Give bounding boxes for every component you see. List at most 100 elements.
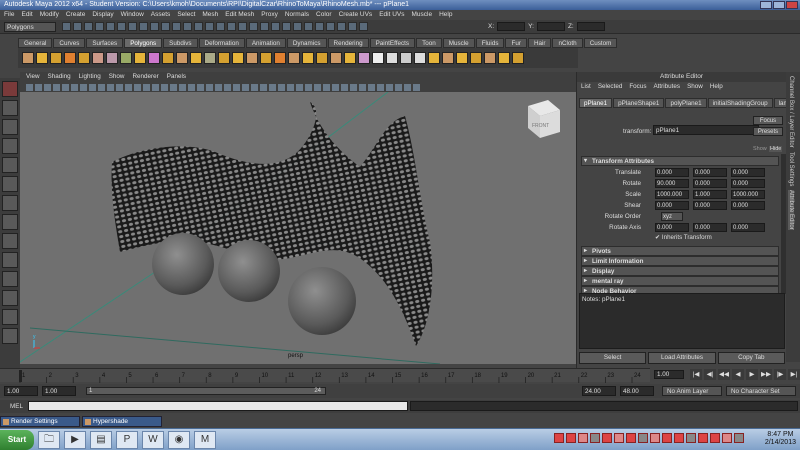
tray-icon[interactable]	[734, 433, 744, 443]
sphere-1[interactable]	[152, 233, 214, 295]
current-frame-field[interactable]: 1.00	[654, 370, 684, 379]
status-icon[interactable]	[238, 22, 247, 31]
tray-icon[interactable]	[614, 433, 624, 443]
side-tab-attribute-editor[interactable]: Attribute Editor	[788, 190, 794, 230]
shelf-tool-icon[interactable]	[22, 52, 34, 64]
hide-button[interactable]: Hide	[769, 146, 783, 152]
shelf-tool-icon[interactable]	[302, 52, 314, 64]
translate-y-field[interactable]: 0.000	[693, 168, 727, 177]
menu-edit[interactable]: Edit	[21, 10, 32, 20]
section-mental-ray[interactable]: mental ray	[581, 276, 779, 286]
menu-create-uvs[interactable]: Create UVs	[339, 10, 373, 20]
status-icon[interactable]	[260, 22, 269, 31]
section-pivots[interactable]: Pivots	[581, 246, 779, 256]
shelf-tool-icon[interactable]	[36, 52, 48, 64]
viewport-toolbar-icon[interactable]	[53, 83, 60, 91]
viewport-toolbar-icon[interactable]	[35, 83, 42, 91]
shelf-tool-icon[interactable]	[372, 52, 384, 64]
viewport-toolbar-icon[interactable]	[62, 83, 69, 91]
tray-icon[interactable]	[686, 433, 696, 443]
status-icon[interactable]	[172, 22, 181, 31]
viewport-toolbar-icon[interactable]	[404, 83, 411, 91]
tray-icon[interactable]	[650, 433, 660, 443]
layout-two-icon[interactable]	[2, 271, 18, 287]
status-icon[interactable]	[183, 22, 192, 31]
menu-normals[interactable]: Normals	[285, 10, 309, 20]
viewport-toolbar-icon[interactable]	[152, 83, 159, 91]
viewport-menu-show[interactable]: Show	[109, 72, 125, 82]
shelf-tool-icon[interactable]	[92, 52, 104, 64]
move-tool-icon[interactable]	[2, 138, 18, 154]
status-icon[interactable]	[227, 22, 236, 31]
menu-file[interactable]: File	[4, 10, 14, 20]
playback-end-field[interactable]: 24.00	[582, 386, 616, 396]
tray-icon[interactable]	[710, 433, 720, 443]
select-tool-icon[interactable]	[2, 81, 18, 97]
layout-single-icon[interactable]	[2, 233, 18, 249]
viewport-toolbar-icon[interactable]	[305, 83, 312, 91]
ae-menu-help[interactable]: Help	[710, 82, 723, 92]
folder-icon[interactable]: ▤	[90, 431, 112, 449]
x-field[interactable]	[497, 22, 526, 31]
rotate-axis-x-field[interactable]: 0.000	[655, 223, 689, 232]
status-icon[interactable]	[249, 22, 258, 31]
perforated-mesh-surface[interactable]	[111, 102, 433, 346]
menu-color[interactable]: Color	[316, 10, 332, 20]
ae-tab-pplane1[interactable]: pPlane1	[579, 98, 613, 108]
inherits-transform-checkbox[interactable]: ✔ Inherits Transform	[655, 234, 712, 241]
shelf-tool-icon[interactable]	[218, 52, 230, 64]
ae-tab-polyplane1[interactable]: polyPlane1	[665, 98, 707, 108]
menu-set-selector[interactable]: Polygons	[4, 22, 56, 32]
shelf-tab-ncloth[interactable]: nCloth	[552, 38, 583, 48]
rotate-tool-icon[interactable]	[2, 157, 18, 173]
viewport-toolbar-icon[interactable]	[188, 83, 195, 91]
status-icon[interactable]	[150, 22, 159, 31]
status-icon[interactable]	[326, 22, 335, 31]
status-icon[interactable]	[337, 22, 346, 31]
viewport-toolbar-icon[interactable]	[368, 83, 375, 91]
viewport-toolbar-icon[interactable]	[296, 83, 303, 91]
word-icon[interactable]: W	[142, 431, 164, 449]
step-forward-frame-icon[interactable]: ▶▶	[760, 369, 772, 380]
status-icon[interactable]	[359, 22, 368, 31]
status-icon[interactable]	[84, 22, 93, 31]
shelf-tool-icon[interactable]	[50, 52, 62, 64]
character-set-dropdown[interactable]: No Character Set	[726, 386, 796, 396]
shelf-tool-icon[interactable]	[204, 52, 216, 64]
scale-y-field[interactable]: 1.000	[693, 190, 727, 199]
viewport-toolbar-icon[interactable]	[359, 83, 366, 91]
tray-icon[interactable]	[602, 433, 612, 443]
transform-name-field[interactable]: pPlane1	[653, 125, 759, 135]
ae-menu-list[interactable]: List	[581, 82, 591, 92]
go-to-end-icon[interactable]: ▶|	[788, 369, 800, 380]
status-icon[interactable]	[128, 22, 137, 31]
command-language-label[interactable]: MEL	[10, 403, 23, 410]
tray-icon[interactable]	[674, 433, 684, 443]
rotate-y-field[interactable]: 0.000	[693, 179, 727, 188]
status-icon[interactable]	[205, 22, 214, 31]
time-slider[interactable]: 1 2 3 4 5 6 7 8 9 10 11 12 13 14 15 16 17 18 19 20 21 22 23 24	[0, 368, 650, 383]
transform-attributes-section[interactable]: Transform Attributes	[581, 156, 779, 166]
status-icon[interactable]	[271, 22, 280, 31]
shelf-tab-surfaces[interactable]: Surfaces	[86, 38, 124, 48]
go-to-start-icon[interactable]: |◀	[690, 369, 702, 380]
viewport-toolbar-icon[interactable]	[269, 83, 276, 91]
viewport-toolbar-icon[interactable]	[251, 83, 258, 91]
shelf-tool-icon[interactable]	[134, 52, 146, 64]
shelf-tab-dynamics[interactable]: Dynamics	[286, 38, 327, 48]
viewport-toolbar-icon[interactable]	[80, 83, 87, 91]
shelf-tool-icon[interactable]	[288, 52, 300, 64]
status-icon[interactable]	[62, 22, 71, 31]
shelf-tool-icon[interactable]	[330, 52, 342, 64]
play-forward-icon[interactable]: ▶	[746, 369, 758, 380]
layout-graph-icon[interactable]	[2, 309, 18, 325]
layout-hypershade-icon[interactable]	[2, 328, 18, 344]
shelf-tab-subdivs[interactable]: Subdivs	[163, 38, 198, 48]
shelf-tab-fluids[interactable]: Fluids	[475, 38, 505, 48]
viewport-toolbar-icon[interactable]	[116, 83, 123, 91]
playback-start-field[interactable]: 1.00	[42, 386, 76, 396]
viewport-toolbar-icon[interactable]	[413, 83, 420, 91]
anim-layer-dropdown[interactable]: No Anim Layer	[662, 386, 722, 396]
maya-icon[interactable]: M	[194, 431, 216, 449]
scale-tool-icon[interactable]	[2, 176, 18, 192]
